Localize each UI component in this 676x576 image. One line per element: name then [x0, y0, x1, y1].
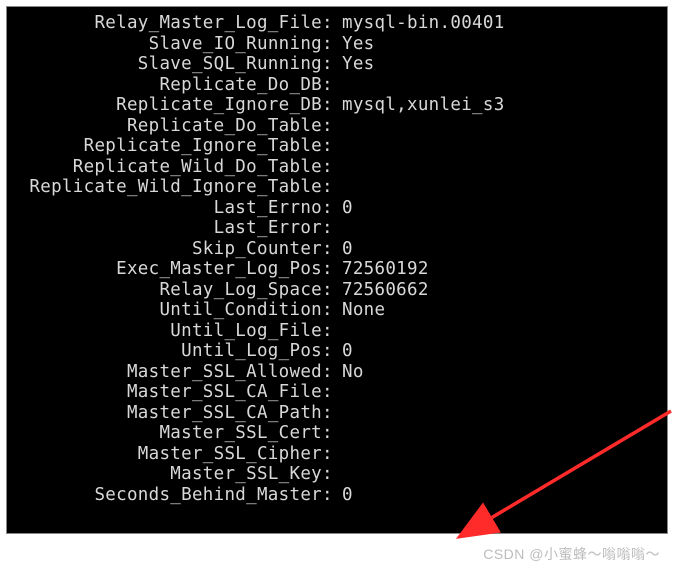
status-label: Master_SSL_CA_Path [7, 403, 322, 424]
status-label: Replicate_Ignore_Table [7, 136, 322, 157]
colon-separator: : [322, 464, 342, 485]
colon-separator: : [322, 259, 342, 280]
status-value: No [342, 362, 364, 383]
status-row: Until_Log_Pos: 0 [7, 341, 667, 362]
status-label: Master_SSL_Cert [7, 423, 322, 444]
status-row: Replicate_Wild_Ignore_Table: [7, 177, 667, 198]
colon-separator: : [322, 362, 342, 383]
status-label: Replicate_Wild_Do_Table [7, 157, 322, 178]
colon-separator: : [322, 218, 342, 239]
status-value: 0 [342, 198, 353, 219]
colon-separator: : [322, 403, 342, 424]
status-value: Yes [342, 34, 375, 55]
colon-separator: : [322, 75, 342, 96]
colon-separator: : [322, 54, 342, 75]
status-value: 0 [342, 485, 353, 506]
status-label: Exec_Master_Log_Pos [7, 259, 322, 280]
status-row: Last_Errno: 0 [7, 198, 667, 219]
colon-separator: : [322, 423, 342, 444]
status-label: Master_SSL_Key [7, 464, 322, 485]
status-value: 72560192 [342, 259, 429, 280]
status-row: Replicate_Do_Table: [7, 116, 667, 137]
colon-separator: : [322, 157, 342, 178]
colon-separator: : [322, 321, 342, 342]
colon-separator: : [322, 177, 342, 198]
status-value: Yes [342, 54, 375, 75]
status-label: Until_Log_Pos [7, 341, 322, 362]
colon-separator: : [322, 116, 342, 137]
status-row: Until_Condition: None [7, 300, 667, 321]
status-label: Replicate_Wild_Ignore_Table [7, 177, 322, 198]
colon-separator: : [322, 136, 342, 157]
status-label: Until_Log_File [7, 321, 322, 342]
colon-separator: : [322, 300, 342, 321]
status-label: Relay_Master_Log_File [7, 13, 322, 34]
status-row: Exec_Master_Log_Pos: 72560192 [7, 259, 667, 280]
colon-separator: : [322, 198, 342, 219]
colon-separator: : [322, 13, 342, 34]
status-row: Replicate_Ignore_DB: mysql,xunlei_s3 [7, 95, 667, 116]
status-row: Replicate_Wild_Do_Table: [7, 157, 667, 178]
status-value: mysql-bin.00401 [342, 13, 505, 34]
watermark-text: CSDN @小蜜蜂～嗡嗡嗡～ [483, 544, 660, 564]
status-row: Relay_Master_Log_File: mysql-bin.00401 [7, 13, 667, 34]
status-row: Master_SSL_CA_Path: [7, 403, 667, 424]
status-value: 0 [342, 341, 353, 362]
colon-separator: : [322, 34, 342, 55]
status-value: 72560662 [342, 280, 429, 301]
status-row: Master_SSL_Cert: [7, 423, 667, 444]
status-value: None [342, 300, 385, 321]
status-row: Last_Error: [7, 218, 667, 239]
status-label: Until_Condition [7, 300, 322, 321]
colon-separator: : [322, 239, 342, 260]
status-row: Slave_IO_Running: Yes [7, 34, 667, 55]
status-value: mysql,xunlei_s3 [342, 95, 505, 116]
status-row: Master_SSL_CA_File: [7, 382, 667, 403]
status-row: Replicate_Do_DB: [7, 75, 667, 96]
status-row: Relay_Log_Space: 72560662 [7, 280, 667, 301]
status-row: Skip_Counter: 0 [7, 239, 667, 260]
status-row: Slave_SQL_Running: Yes [7, 54, 667, 75]
colon-separator: : [322, 341, 342, 362]
status-row: Master_SSL_Cipher: [7, 444, 667, 465]
status-label: Seconds_Behind_Master [7, 485, 322, 506]
status-label: Master_SSL_Cipher [7, 444, 322, 465]
status-label: Master_SSL_Allowed [7, 362, 322, 383]
status-row: Seconds_Behind_Master: 0 [7, 485, 667, 506]
status-rows: Relay_Master_Log_File: mysql-bin.00401Sl… [7, 13, 667, 505]
status-label: Skip_Counter [7, 239, 322, 260]
colon-separator: : [322, 95, 342, 116]
status-row: Until_Log_File: [7, 321, 667, 342]
status-label: Slave_IO_Running [7, 34, 322, 55]
status-row: Master_SSL_Allowed: No [7, 362, 667, 383]
status-label: Replicate_Ignore_DB [7, 95, 322, 116]
status-label: Replicate_Do_DB [7, 75, 322, 96]
colon-separator: : [322, 382, 342, 403]
status-label: Last_Errno [7, 198, 322, 219]
terminal-output: Relay_Master_Log_File: mysql-bin.00401Sl… [6, 6, 668, 534]
status-row: Master_SSL_Key: [7, 464, 667, 485]
status-row: Replicate_Ignore_Table: [7, 136, 667, 157]
colon-separator: : [322, 485, 342, 506]
status-label: Last_Error [7, 218, 322, 239]
colon-separator: : [322, 280, 342, 301]
status-label: Relay_Log_Space [7, 280, 322, 301]
status-value: 0 [342, 239, 353, 260]
status-label: Master_SSL_CA_File [7, 382, 322, 403]
colon-separator: : [322, 444, 342, 465]
status-label: Replicate_Do_Table [7, 116, 322, 137]
status-label: Slave_SQL_Running [7, 54, 322, 75]
